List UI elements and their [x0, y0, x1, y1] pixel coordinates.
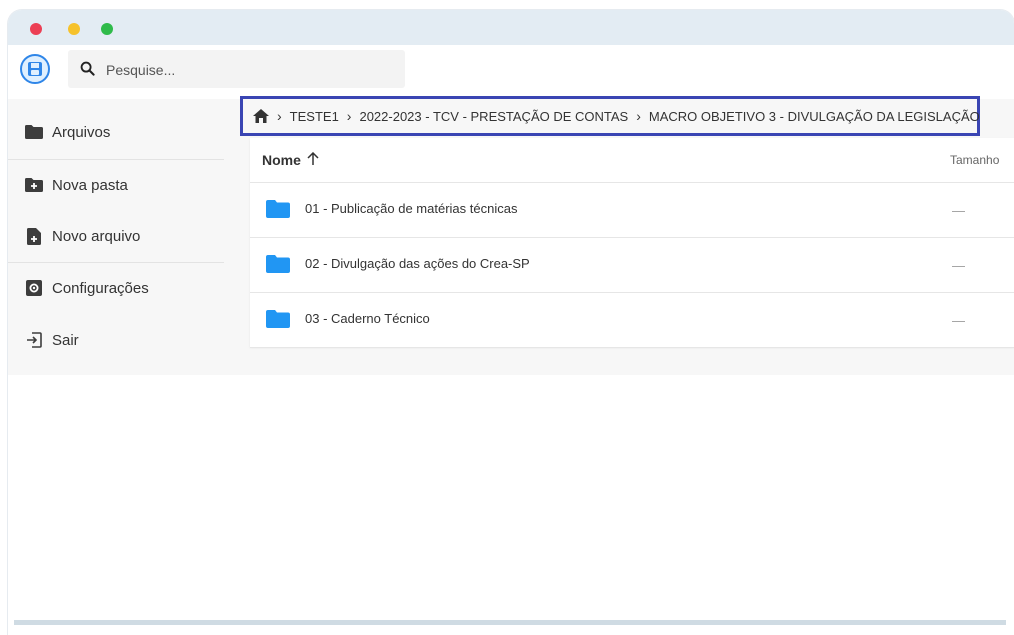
file-list: Nome Tamanho 01 - Publicação de matérias… [250, 138, 1014, 348]
logout-icon [25, 331, 43, 349]
table-row[interactable]: 01 - Publicação de matérias técnicas — [250, 183, 1014, 238]
sidebar-item-arquivos[interactable]: Arquivos [8, 107, 224, 157]
close-window-button[interactable] [30, 23, 42, 35]
file-name: 03 - Caderno Técnico [305, 311, 430, 326]
new-folder-icon [25, 176, 43, 194]
breadcrumb: › TESTE1 › 2022-2023 - TCV - PRESTAÇÃO D… [240, 96, 980, 136]
top-bar [8, 45, 1014, 100]
new-file-icon [25, 227, 43, 245]
sidebar-item-configuracoes[interactable]: Configurações [8, 263, 224, 313]
file-size: — [952, 258, 965, 273]
arrow-up-icon [307, 151, 319, 168]
search-icon [80, 61, 95, 81]
sidebar-item-novo-arquivo[interactable]: Novo arquivo [8, 211, 224, 261]
breadcrumb-item-current[interactable]: MACRO OBJETIVO 3 - DIVULGAÇÃO DA LEGISLA… [649, 109, 980, 124]
sidebar-item-label: Sair [52, 331, 79, 349]
sidebar-item-label: Arquivos [52, 123, 111, 141]
file-name: 02 - Divulgação das ações do Crea-SP [305, 256, 530, 271]
file-size: — [952, 313, 965, 328]
settings-icon [25, 279, 43, 297]
breadcrumb-item[interactable]: 2022-2023 - TCV - PRESTAÇÃO DE CONTAS [359, 109, 628, 124]
table-header: Nome Tamanho [250, 138, 1014, 183]
folder-icon [266, 200, 290, 223]
title-bar [8, 10, 1014, 45]
file-size: — [952, 203, 965, 218]
app-window: Arquivos Nova pasta Novo arquivo Configu… [8, 10, 1014, 635]
sidebar-item-nova-pasta[interactable]: Nova pasta [8, 160, 224, 210]
chevron-right-icon: › [277, 108, 282, 124]
sidebar-item-label: Nova pasta [52, 176, 128, 194]
zoom-window-button[interactable] [101, 23, 113, 35]
floppy-disk-icon[interactable] [20, 54, 50, 84]
table-row[interactable]: 02 - Divulgação das ações do Crea-SP — [250, 238, 1014, 293]
folder-icon [266, 310, 290, 333]
column-header-name[interactable]: Nome [262, 151, 319, 168]
folder-icon [25, 123, 43, 141]
table-row[interactable]: 03 - Caderno Técnico — [250, 293, 1014, 348]
column-header-size[interactable]: Tamanho [950, 153, 999, 167]
column-header-label: Nome [262, 152, 301, 168]
chevron-right-icon: › [636, 108, 641, 124]
search-input[interactable] [104, 58, 388, 82]
folder-icon [266, 255, 290, 278]
home-icon[interactable] [253, 109, 269, 123]
file-name: 01 - Publicação de matérias técnicas [305, 201, 518, 216]
sidebar: Arquivos Nova pasta Novo arquivo Configu… [8, 99, 250, 375]
sidebar-item-label: Novo arquivo [52, 227, 141, 245]
sidebar-item-label: Configurações [52, 279, 149, 297]
sidebar-item-sair[interactable]: Sair [8, 315, 224, 365]
chevron-right-icon: › [346, 108, 352, 124]
breadcrumb-item[interactable]: TESTE1 [290, 109, 339, 124]
window-bottom-edge [14, 620, 1006, 625]
search-box[interactable] [68, 50, 405, 88]
minimize-window-button[interactable] [68, 23, 80, 35]
